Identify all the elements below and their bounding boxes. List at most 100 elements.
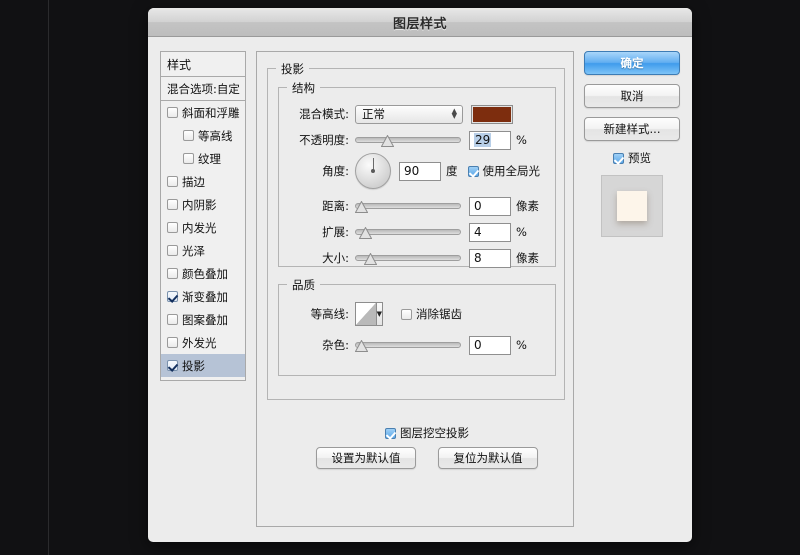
noise-slider-track: [355, 342, 461, 348]
style-item-drop-shadow[interactable]: 投影: [161, 354, 245, 377]
style-item-satin[interactable]: 光泽: [161, 239, 245, 262]
opacity-input[interactable]: 29: [469, 130, 511, 150]
size-slider[interactable]: [355, 251, 461, 265]
preview-row[interactable]: 预览: [584, 150, 680, 166]
select-arrows-icon: ▲ ▼: [451, 107, 457, 120]
distance-slider-track: [355, 203, 461, 209]
opacity-value: 29: [474, 133, 492, 147]
distance-slider-knob[interactable]: [355, 201, 368, 213]
new-style-button[interactable]: 新建样式...: [584, 117, 680, 141]
checkbox-use-global-light[interactable]: [467, 165, 479, 177]
style-label: 光泽: [182, 243, 205, 258]
checkbox-stroke[interactable]: [167, 176, 178, 187]
preview-thumbnail: [601, 175, 663, 237]
checkbox-gradient-overlay[interactable]: [167, 291, 178, 302]
style-item-inner-shadow[interactable]: 内阴影: [161, 193, 245, 216]
drop-shadow-group: 投影 结构 混合模式: 正常 ▲ ▼ 不透明度: 29 % 角度: 90 度 使…: [267, 61, 565, 469]
style-item-gradient-overlay[interactable]: 渐变叠加: [161, 285, 245, 308]
antialias-row[interactable]: 消除锯齿: [401, 306, 462, 322]
reset-to-default-button[interactable]: 复位为默认值: [438, 447, 538, 469]
checkbox-contour[interactable]: [183, 130, 194, 141]
style-label: 内阴影: [182, 197, 217, 212]
distance-unit: 像素: [516, 199, 539, 213]
style-label: 渐变叠加: [182, 289, 228, 304]
noise-unit: %: [516, 338, 527, 352]
ok-button[interactable]: 确定: [584, 51, 680, 75]
use-global-light-row[interactable]: 使用全局光: [467, 163, 541, 179]
contour-thumbnail: [356, 303, 377, 325]
style-label: 内发光: [182, 220, 217, 235]
checkbox-layer-knockout[interactable]: [385, 427, 396, 439]
checkbox-antialias[interactable]: [401, 308, 412, 320]
preview-label: 预览: [628, 151, 651, 165]
preview-shape: [617, 191, 647, 221]
structure-group: 结构 混合模式: 正常 ▲ ▼ 不透明度: 29 % 角度: 90 度 使用全局…: [278, 80, 556, 268]
style-label: 等高线: [198, 128, 233, 143]
checkbox-inner-glow[interactable]: [167, 222, 178, 233]
noise-input[interactable]: 0: [469, 335, 511, 355]
checkbox-bevel-emboss[interactable]: [167, 107, 178, 118]
angle-dial[interactable]: [355, 153, 391, 189]
checkbox-preview[interactable]: [613, 152, 624, 164]
style-label: 描边: [182, 174, 205, 189]
style-item-bevel-emboss[interactable]: 斜面和浮雕: [161, 101, 245, 124]
shadow-color-swatch[interactable]: [471, 104, 513, 124]
style-item-texture[interactable]: 纹理: [161, 147, 245, 170]
blending-options-item[interactable]: 混合选项:自定: [161, 77, 245, 101]
spread-value: 4: [474, 225, 482, 239]
structure-group-legend: 结构: [287, 80, 320, 96]
knockout-row[interactable]: 图层挖空投影: [278, 425, 576, 441]
styles-list-header[interactable]: 样式: [161, 52, 245, 77]
checkbox-inner-shadow[interactable]: [167, 199, 178, 210]
styles-list-panel[interactable]: 样式 混合选项:自定 斜面和浮雕 等高线 纹理 描边 内阴影 内发光 光泽 颜色…: [160, 51, 246, 381]
style-item-inner-glow[interactable]: 内发光: [161, 216, 245, 239]
spread-input[interactable]: 4: [469, 222, 511, 242]
opacity-slider-knob[interactable]: [381, 135, 394, 147]
checkbox-drop-shadow[interactable]: [167, 360, 178, 371]
dialog-titlebar[interactable]: 图层样式: [148, 8, 692, 37]
opacity-slider-track: [355, 137, 461, 143]
distance-value: 0: [474, 199, 482, 213]
style-label: 外发光: [182, 335, 217, 350]
chevron-down-icon[interactable]: ▼: [376, 303, 382, 325]
use-global-light-label: 使用全局光: [482, 164, 541, 178]
style-item-stroke[interactable]: 描边: [161, 170, 245, 193]
spread-slider[interactable]: [355, 225, 461, 239]
angle-value: 90: [404, 164, 420, 178]
noise-slider-knob[interactable]: [355, 340, 368, 352]
style-item-pattern-overlay[interactable]: 图案叠加: [161, 308, 245, 331]
blend-mode-select[interactable]: 正常 ▲ ▼: [355, 104, 463, 124]
style-label: 颜色叠加: [182, 266, 228, 281]
cancel-button[interactable]: 取消: [584, 84, 680, 108]
angle-input[interactable]: 90: [399, 161, 441, 181]
distance-slider[interactable]: [355, 199, 461, 213]
checkbox-texture[interactable]: [183, 153, 194, 164]
contour-label: 等高线:: [310, 307, 349, 321]
spread-slider-knob[interactable]: [359, 227, 372, 239]
style-item-outer-glow[interactable]: 外发光: [161, 331, 245, 354]
drop-shadow-group-legend: 投影: [276, 61, 309, 77]
style-item-contour[interactable]: 等高线: [161, 124, 245, 147]
contour-picker[interactable]: ▼: [355, 302, 383, 326]
opacity-label: 不透明度:: [299, 133, 349, 147]
default-buttons-row: 设置为默认值 复位为默认值: [278, 447, 576, 469]
size-slider-knob[interactable]: [364, 253, 377, 265]
set-as-default-button[interactable]: 设置为默认值: [316, 447, 416, 469]
checkbox-pattern-overlay[interactable]: [167, 314, 178, 325]
noise-value: 0: [474, 338, 482, 352]
checkbox-satin[interactable]: [167, 245, 178, 256]
noise-slider[interactable]: [355, 338, 461, 352]
style-item-color-overlay[interactable]: 颜色叠加: [161, 262, 245, 285]
opacity-unit: %: [516, 133, 527, 147]
distance-input[interactable]: 0: [469, 196, 511, 216]
size-label: 大小:: [322, 251, 349, 265]
size-value: 8: [474, 251, 482, 265]
blend-mode-label: 混合模式:: [299, 107, 349, 121]
checkbox-color-overlay[interactable]: [167, 268, 178, 279]
noise-label: 杂色:: [322, 338, 349, 352]
angle-unit: 度: [446, 164, 458, 178]
opacity-slider[interactable]: [355, 133, 461, 147]
checkbox-outer-glow[interactable]: [167, 337, 178, 348]
quality-group-legend: 品质: [287, 277, 320, 293]
size-input[interactable]: 8: [469, 248, 511, 268]
